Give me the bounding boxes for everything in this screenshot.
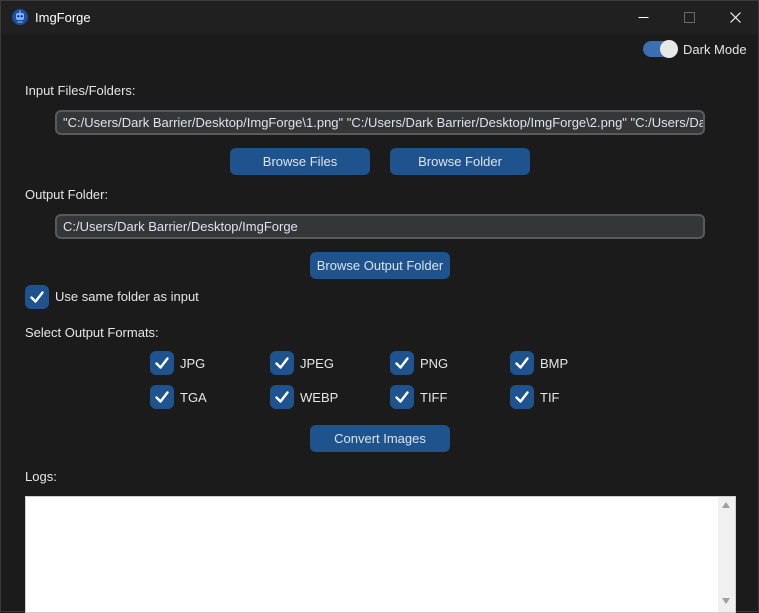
- checkmark-icon: [515, 391, 529, 403]
- format-tif-label: TIF: [540, 390, 560, 405]
- logs-label: Logs:: [25, 469, 57, 484]
- format-jpg-checkbox[interactable]: [150, 351, 174, 375]
- browse-files-button[interactable]: Browse Files: [230, 148, 370, 175]
- same-folder-label: Use same folder as input: [55, 289, 199, 304]
- checkmark-icon: [395, 357, 409, 369]
- input-files-label: Input Files/Folders:: [25, 83, 136, 98]
- format-png-label: PNG: [420, 356, 449, 371]
- dark-mode-switch[interactable]: [643, 40, 678, 58]
- title-bar: ImgForge: [1, 1, 758, 34]
- window-title: ImgForge: [35, 10, 91, 25]
- checkmark-icon: [30, 291, 44, 303]
- format-tga-label: TGA: [180, 390, 207, 405]
- minimize-icon: [638, 16, 648, 18]
- checkmark-icon: [515, 357, 529, 369]
- format-jpeg-label: JPEG: [300, 356, 334, 371]
- close-icon: [729, 11, 741, 23]
- format-tiff-label: TIFF: [420, 390, 448, 405]
- input-files-field[interactable]: "C:/Users/Dark Barrier/Desktop/ImgForge\…: [55, 110, 705, 135]
- app-window: ImgForge Dark Mode Input Files/Folders: …: [0, 0, 759, 613]
- maximize-icon: [683, 11, 695, 23]
- format-tif-checkbox[interactable]: [510, 385, 534, 409]
- switch-knob: [660, 40, 678, 58]
- minimize-button[interactable]: [620, 1, 666, 33]
- maximize-button[interactable]: [666, 1, 712, 33]
- checkmark-icon: [155, 357, 169, 369]
- close-button[interactable]: [712, 1, 758, 33]
- logs-scrollbar[interactable]: [718, 497, 735, 612]
- output-formats-label: Select Output Formats:: [25, 325, 159, 340]
- output-folder-label: Output Folder:: [25, 187, 109, 202]
- browse-folder-button[interactable]: Browse Folder: [390, 148, 530, 175]
- format-jpg-label: JPG: [180, 356, 206, 371]
- checkmark-icon: [275, 391, 289, 403]
- format-tga-checkbox[interactable]: [150, 385, 174, 409]
- checkmark-icon: [395, 391, 409, 403]
- format-jpeg-checkbox[interactable]: [270, 351, 294, 375]
- browse-output-folder-button[interactable]: Browse Output Folder: [310, 252, 450, 279]
- format-png-checkbox[interactable]: [390, 351, 414, 375]
- dark-mode-label: Dark Mode: [683, 42, 747, 57]
- scroll-down-arrow-icon[interactable]: [722, 598, 730, 604]
- checkmark-icon: [155, 391, 169, 403]
- convert-images-button[interactable]: Convert Images: [310, 425, 450, 452]
- format-bmp-label: BMP: [540, 356, 569, 371]
- checkmark-icon: [275, 357, 289, 369]
- format-webp-label: WEBP: [300, 390, 339, 405]
- scroll-up-arrow-icon[interactable]: [722, 502, 730, 508]
- format-webp-checkbox[interactable]: [270, 385, 294, 409]
- robot-app-icon: [12, 9, 28, 25]
- logs-textbox[interactable]: [25, 496, 736, 613]
- output-folder-field[interactable]: C:/Users/Dark Barrier/Desktop/ImgForge: [55, 214, 705, 239]
- same-folder-checkbox[interactable]: [25, 285, 49, 309]
- format-bmp-checkbox[interactable]: [510, 351, 534, 375]
- format-tiff-checkbox[interactable]: [390, 385, 414, 409]
